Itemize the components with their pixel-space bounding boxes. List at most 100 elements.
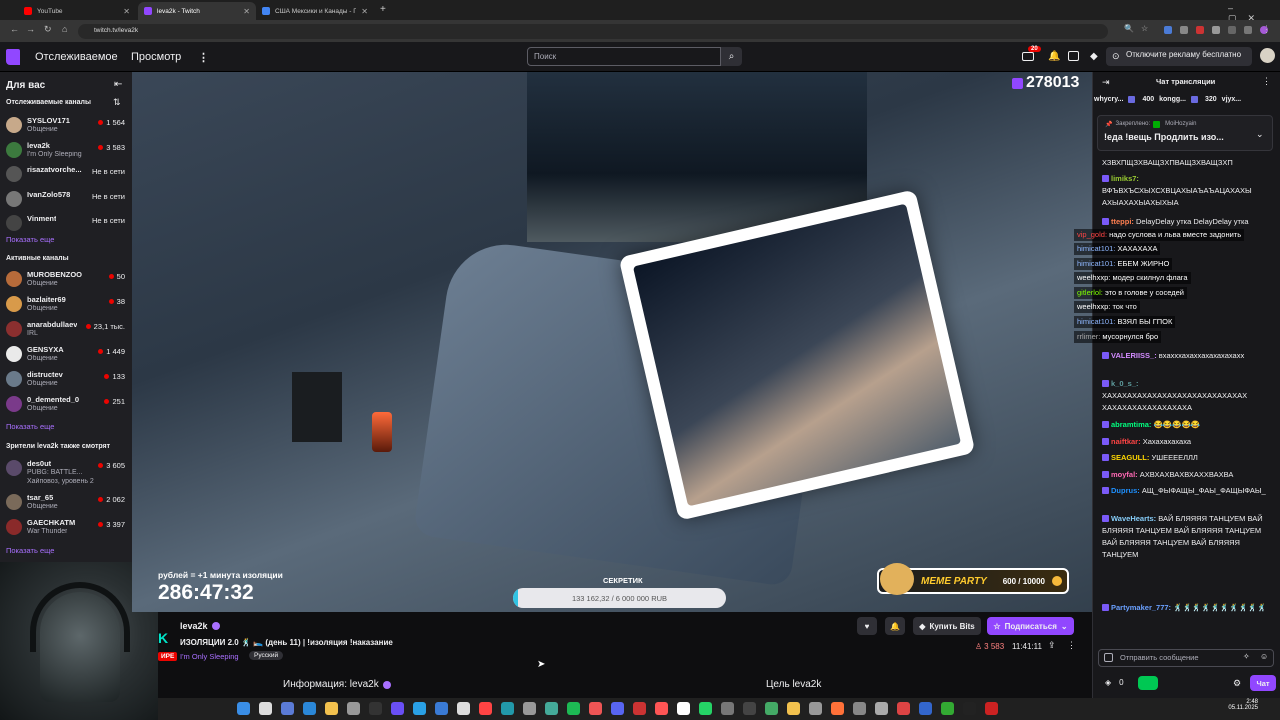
sidebar-channel-followed[interactable]: SYSLOV171 Общение 1 564	[6, 115, 128, 137]
taskbar-app-icon[interactable]	[655, 702, 668, 715]
chat-username[interactable]: abramtima:	[1111, 420, 1151, 429]
extension-icon[interactable]	[1196, 26, 1204, 34]
taskbar-app-icon[interactable]	[369, 702, 382, 715]
chat-username[interactable]: k_0_s_:	[1111, 379, 1139, 388]
video-player[interactable]: 278013 рублей = +1 минута изоляции 286:4…	[132, 72, 1092, 612]
sidebar-channel-active[interactable]: bazlaiter69 Общение 38	[6, 294, 128, 316]
reload-icon[interactable]: ↻	[44, 24, 52, 35]
url-field[interactable]: twitch.tv/leva2k	[78, 24, 1108, 39]
browser-tab-twitch[interactable]: leva2k - Twitch ✕	[138, 2, 256, 20]
extension-icon[interactable]	[1244, 26, 1252, 34]
chat-users-icon[interactable]: ⋮	[1262, 76, 1271, 87]
sidebar-channel-active[interactable]: 0_demented_0 Общение 251	[6, 394, 128, 416]
bookmark-star-icon[interactable]: ☆	[1141, 24, 1148, 33]
close-icon[interactable]: ✕	[361, 7, 368, 16]
chat-username[interactable]: limiks7:	[1111, 174, 1139, 183]
buy-bits-button[interactable]: ◆ Купить Bits	[913, 617, 981, 635]
browser-tab-youtube[interactable]: YouTube ✕	[18, 2, 136, 20]
taskbar-app-icon[interactable]	[699, 702, 712, 715]
taskbar-app-icon[interactable]	[589, 702, 602, 715]
extension-icon[interactable]	[1212, 26, 1220, 34]
taskbar-app-icon[interactable]	[391, 702, 404, 715]
prime-loot-icon[interactable]	[1022, 52, 1034, 61]
taskbar-app-icon[interactable]	[501, 702, 514, 715]
taskbar-app-icon[interactable]	[919, 702, 932, 715]
language-tag[interactable]: Русский	[249, 651, 284, 660]
chat-username[interactable]: Partymaker_777:	[1111, 603, 1171, 612]
whispers-icon[interactable]	[1068, 51, 1079, 61]
close-icon[interactable]: ✕	[243, 7, 250, 16]
taskbar-app-icon[interactable]	[325, 702, 338, 715]
sidebar-channel-followed[interactable]: IvanZolo578 Не в сети	[6, 189, 128, 211]
taskbar-app-icon[interactable]	[853, 702, 866, 715]
chat-username[interactable]: Duprus:	[1111, 486, 1140, 495]
sidebar-channel-similar[interactable]: des0ut PUBG: BATTLE... 3 605 Хайповоз, уров…	[6, 458, 128, 492]
sort-icon[interactable]: ⇅	[113, 97, 121, 108]
taskbar-app-icon[interactable]	[545, 702, 558, 715]
share-icon[interactable]: ⇪	[1048, 640, 1056, 651]
taskbar-app-icon[interactable]	[677, 702, 690, 715]
show-more-active[interactable]: Показать еще	[6, 422, 54, 431]
sidebar-channel-similar[interactable]: GAECHKATM War Thunder 3 397	[6, 517, 128, 539]
search-input[interactable]: Поиск	[527, 47, 721, 66]
notifications-icon[interactable]: 🔔	[1048, 51, 1060, 62]
taskbar-app-icon[interactable]	[611, 702, 624, 715]
chat-send-button[interactable]: Чат	[1250, 675, 1276, 691]
follow-heart-button[interactable]: ♥	[857, 617, 877, 635]
taskbar-app-icon[interactable]	[457, 702, 470, 715]
back-icon[interactable]: ←	[10, 24, 19, 34]
taskbar-app-icon[interactable]	[743, 702, 756, 715]
prediction-icon[interactable]	[1138, 676, 1158, 690]
chat-username[interactable]: tteppi:	[1111, 217, 1134, 226]
user-avatar[interactable]	[1260, 48, 1275, 63]
new-tab-button[interactable]: +	[380, 4, 386, 15]
taskbar-app-icon[interactable]	[303, 702, 316, 715]
sidebar-channel-active[interactable]: distructev Общение 133	[6, 369, 128, 391]
taskbar-app-icon[interactable]	[347, 702, 360, 715]
channel-avatar[interactable]: K	[158, 630, 168, 646]
sidebar-channel-followed[interactable]: Vinment Не в сети	[6, 213, 128, 235]
nav-following[interactable]: Отслеживаемое	[35, 51, 118, 63]
chat-username[interactable]: VALERIISS_:	[1111, 351, 1157, 360]
close-icon[interactable]: ✕	[123, 7, 130, 16]
forward-icon[interactable]: →	[26, 24, 35, 34]
sidebar-channel-similar[interactable]: tsar_65 Общение 2 062	[6, 492, 128, 514]
channel-points[interactable]: ◈ 0	[1105, 678, 1124, 687]
taskbar-app-icon[interactable]	[787, 702, 800, 715]
zoom-icon[interactable]: 🔍	[1124, 24, 1134, 33]
nav-browse[interactable]: Просмотр	[131, 51, 181, 63]
chat-username[interactable]: naiftkar:	[1111, 437, 1141, 446]
twitch-logo-icon[interactable]	[6, 49, 20, 65]
show-more-similar[interactable]: Показать еще	[6, 546, 54, 555]
extensions-bar[interactable]	[1164, 26, 1268, 36]
taskbar-app-icon[interactable]	[985, 702, 998, 715]
taskbar-app-icon[interactable]	[963, 702, 976, 715]
sidebar-channel-followed[interactable]: risazatvorche... Не в сети	[6, 164, 128, 186]
taskbar-app-icon[interactable]	[281, 702, 294, 715]
chat-username[interactable]: moyfal:	[1111, 470, 1138, 479]
bits-cheer-icon[interactable]: ✧	[1243, 652, 1250, 661]
sidebar-channel-active[interactable]: GENSYXA Общение 1 449	[6, 344, 128, 366]
sidebar-channel-active[interactable]: anarabdullaev IRL 23,1 тыс.	[6, 319, 128, 341]
taskbar-app-icon[interactable]	[875, 702, 888, 715]
search-button[interactable]: ⌕	[721, 47, 742, 66]
chevron-down-icon[interactable]: ⌄	[1256, 129, 1264, 140]
chat-username[interactable]: SEAGULL:	[1111, 453, 1149, 462]
taskbar-app-icon[interactable]	[633, 702, 646, 715]
subscribe-button[interactable]: ☆ Подписаться ⌄	[987, 617, 1074, 635]
collapse-sidebar-icon[interactable]: ⇤	[114, 79, 122, 90]
browser-tab-news[interactable]: США Мексики и Канады - Пои ✕	[256, 2, 374, 20]
collapse-chat-icon[interactable]: ⇥	[1102, 77, 1110, 88]
more-icon[interactable]: ⋮	[198, 51, 209, 64]
stream-category[interactable]: I'm Only Sleeping	[180, 652, 239, 661]
taskbar-app-icon[interactable]	[567, 702, 580, 715]
sidebar-channel-followed[interactable]: leva2k I'm Only Sleeping 3 583	[6, 140, 128, 162]
extension-icon[interactable]	[1228, 26, 1236, 34]
show-more-followed[interactable]: Показать еще	[6, 235, 54, 244]
channel-name[interactable]: leva2k	[180, 621, 208, 631]
more-options-icon[interactable]: ⋮	[1067, 640, 1076, 651]
taskbar-app-icon[interactable]	[237, 702, 250, 715]
taskbar-app-icon[interactable]	[413, 702, 426, 715]
taskbar-app-icon[interactable]	[941, 702, 954, 715]
extension-icon[interactable]	[1180, 26, 1188, 34]
